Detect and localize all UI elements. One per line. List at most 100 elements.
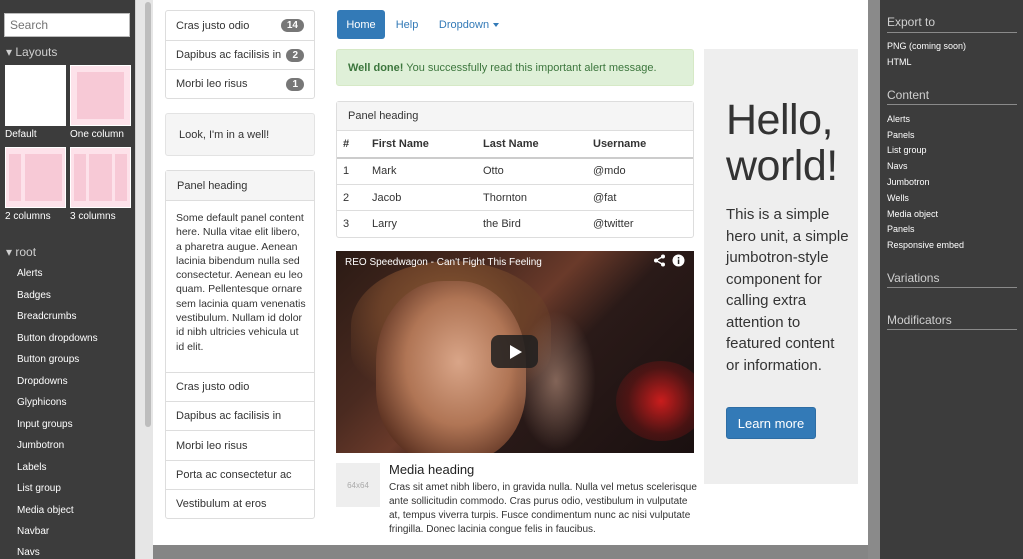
success-alert: Well done! You successfully read this im… [336, 49, 694, 86]
root-item-breadcrumbs[interactable]: Breadcrumbs [17, 311, 76, 322]
content-item-panels-2[interactable]: Panels [887, 224, 915, 234]
root-item-list-group[interactable]: List group [17, 483, 61, 494]
root-item-jumbotron[interactable]: Jumbotron [17, 440, 64, 451]
root-item-media-object[interactable]: Media object [17, 505, 74, 516]
well: Look, I'm in a well! [165, 113, 315, 156]
table-cell: Thornton [483, 192, 528, 204]
table-header-cell: Last Name [483, 138, 539, 150]
variations-heading[interactable]: Variations [887, 271, 939, 285]
canvas-bottom-strip [153, 545, 880, 559]
media-heading: Media heading [389, 462, 475, 477]
layout-three-columns-label: 3 columns [70, 211, 116, 222]
content-item-responsive-embed[interactable]: Responsive embed [887, 240, 964, 250]
left-sidebar: ▾ Layouts Default One column 2 columns 3… [0, 0, 135, 559]
layout-one-column-thumb[interactable] [70, 65, 131, 126]
count-badge: 1 [286, 77, 304, 91]
list-item-label: Cras justo odio [176, 381, 250, 393]
root-item-button-groups[interactable]: Button groups [17, 354, 79, 365]
root-item-badges[interactable]: Badges [17, 290, 51, 301]
video-frame-red-light [616, 361, 694, 441]
count-badge: 14 [280, 19, 304, 32]
layout-one-column-label: One column [70, 129, 124, 140]
list-item-label: Vestibulum at eros [176, 498, 267, 510]
top-list-group: Cras justo odio 14 Dapibus ac facilisis … [165, 10, 315, 99]
well-text: Look, I'm in a well! [179, 128, 270, 141]
list-item-label: Dapibus ac facilisis in [176, 410, 282, 422]
caret-down-icon [493, 22, 500, 27]
search-input[interactable] [4, 13, 130, 37]
list-item[interactable]: Vestibulum at eros [166, 489, 314, 518]
list-item[interactable]: Dapibus ac facilisis in 2 [166, 40, 314, 69]
list-item-label: Cras justo odio [176, 19, 250, 32]
table-header-cell: First Name [372, 138, 429, 150]
root-item-labels[interactable]: Labels [17, 462, 46, 473]
root-item-button-dropdowns[interactable]: Button dropdowns [17, 333, 98, 344]
list-item-label: Morbi leo risus [176, 78, 248, 90]
list-item[interactable]: Cras justo odio [166, 372, 314, 401]
export-item-png[interactable]: PNG (coming soon) [887, 41, 966, 51]
divider [887, 32, 1017, 33]
layout-two-columns-thumb[interactable] [5, 147, 66, 208]
nav-home[interactable]: Home [337, 10, 385, 39]
video-title[interactable]: REO Speedwagon - Can't Fight This Feelin… [345, 257, 542, 268]
panel-body: Some default panel content here. Nulla v… [176, 212, 306, 353]
content-item-jumbotron[interactable]: Jumbotron [887, 177, 930, 187]
root-item-input-groups[interactable]: Input groups [17, 419, 73, 430]
list-item[interactable]: Morbi leo risus 1 [166, 69, 314, 98]
left-panel: Panel heading Some default panel content… [165, 170, 315, 519]
content-heading: Content [887, 88, 930, 102]
list-item-label: Dapibus ac facilisis in [176, 49, 282, 61]
alert-strong: Well done! [348, 61, 404, 74]
jumbotron: Hello, world! This is a simple hero unit… [704, 49, 858, 484]
layout-two-columns-label: 2 columns [5, 211, 51, 222]
table-cell: @mdo [593, 165, 626, 177]
table-header-cell: # [343, 138, 350, 150]
list-item[interactable]: Cras justo odio 14 [166, 11, 314, 40]
video-embed[interactable]: REO Speedwagon - Can't Fight This Feelin… [336, 251, 694, 453]
root-item-glyphicons[interactable]: Glyphicons [17, 397, 66, 408]
list-item[interactable]: Dapibus ac facilisis in [166, 401, 314, 430]
content-item-panels[interactable]: Panels [887, 130, 915, 140]
layout-default-thumb[interactable] [5, 65, 66, 126]
content-item-alerts[interactable]: Alerts [887, 114, 910, 124]
list-item[interactable]: Morbi leo risus [166, 430, 314, 460]
root-item-alerts[interactable]: Alerts [17, 268, 43, 279]
jumbotron-title: Hello, world! [726, 96, 838, 190]
table-cell: 3 [343, 218, 350, 230]
share-icon[interactable] [653, 254, 666, 270]
root-item-navbar[interactable]: Navbar [17, 526, 49, 537]
nav-help[interactable]: Help [390, 10, 424, 39]
root-heading[interactable]: ▾ root [6, 245, 36, 259]
panel-heading: Panel heading [337, 102, 693, 131]
learn-more-button[interactable]: Learn more [726, 407, 816, 439]
table-cell: @fat [593, 192, 617, 204]
modificators-heading[interactable]: Modificators [887, 313, 952, 327]
table-cell: Otto [483, 165, 504, 177]
list-item[interactable]: Porta ac consectetur ac [166, 460, 314, 489]
content-item-wells[interactable]: Wells [887, 193, 909, 203]
nav-dropdown-label: Dropdown [438, 18, 490, 31]
content-item-media-object[interactable]: Media object [887, 209, 938, 219]
table-row-divider [337, 210, 693, 211]
root-item-dropdowns[interactable]: Dropdowns [17, 376, 68, 387]
scrollbar-thumb[interactable] [145, 2, 151, 427]
layouts-heading[interactable]: ▾ Layouts [6, 45, 57, 59]
table-cell: Mark [372, 165, 397, 177]
media-body: Cras sit amet nibh libero, in gravida nu… [389, 482, 697, 535]
info-icon[interactable] [672, 254, 685, 270]
list-item-label: Morbi leo risus [176, 439, 248, 452]
canvas-right-gutter [868, 0, 880, 559]
media-thumbnail: 64x64 [336, 463, 380, 507]
list-item-label: Porta ac consectetur ac [176, 469, 292, 481]
layout-three-columns-thumb[interactable] [70, 147, 131, 208]
table-cell: Larry [372, 218, 398, 230]
export-heading: Export to [887, 15, 936, 29]
table-cell: the Bird [483, 218, 521, 230]
content-item-navs[interactable]: Navs [887, 161, 908, 171]
root-item-navs[interactable]: Navs [17, 547, 40, 558]
nav-dropdown[interactable]: Dropdown [432, 10, 506, 39]
alert-text: You successfully read this important ale… [403, 61, 657, 74]
play-button[interactable] [491, 335, 538, 368]
export-item-html[interactable]: HTML [887, 57, 912, 67]
content-item-list-group[interactable]: List group [887, 145, 927, 155]
